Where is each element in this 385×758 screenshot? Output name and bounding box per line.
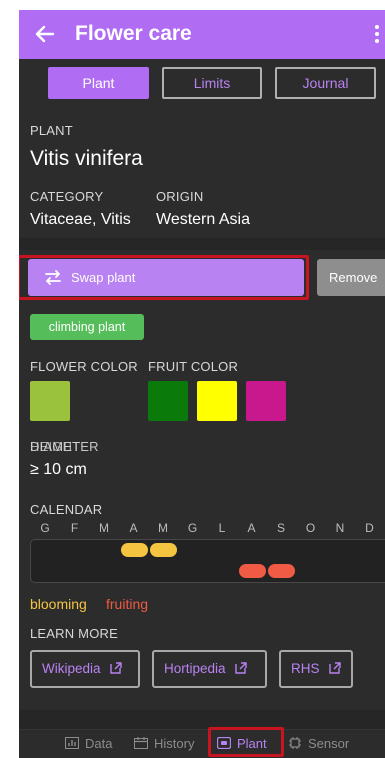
bar-chart-icon <box>65 737 79 749</box>
arrow-left-icon[interactable] <box>33 20 57 48</box>
swap-plant-button[interactable]: Swap plant <box>28 259 304 296</box>
legend-fruiting: fruiting <box>106 596 149 612</box>
external-link-icon <box>235 662 248 674</box>
nav-data-label: Data <box>85 736 113 751</box>
month-tick: G <box>40 521 50 535</box>
rhs-link[interactable]: RHS <box>279 650 353 688</box>
month-tick: M <box>99 521 109 535</box>
calendar-track <box>30 539 385 583</box>
nav-sensor[interactable]: Sensor <box>288 736 349 752</box>
legend-blooming: blooming <box>30 596 87 612</box>
calendar-label: CALENDAR <box>30 502 103 517</box>
plant-section-label: PLANT <box>30 123 73 138</box>
swap-plant-label: Swap plant <box>71 270 136 285</box>
fruiting-month-pill <box>238 564 266 578</box>
nav-history-label: History <box>154 736 195 751</box>
plant-name: Vitis vinifera <box>30 147 143 170</box>
nav-plant-label: Plant <box>237 736 267 751</box>
app-screen: Flower care Plant Limits Journal PLANT V… <box>19 10 385 758</box>
plant-type-badge: climbing plant <box>30 314 144 340</box>
app-title: Flower care <box>75 22 192 45</box>
month-tick: N <box>335 521 345 535</box>
bottom-navigation: Data History Plant Sensor <box>19 729 385 758</box>
chip-icon <box>289 737 301 749</box>
tab-bar: Plant Limits Journal <box>19 67 385 100</box>
section-divider <box>19 238 385 250</box>
category-value: Vitaceae, Vitis <box>30 211 131 228</box>
learn-more-label: LEARN MORE <box>30 626 118 641</box>
month-tick: G <box>187 521 198 535</box>
month-tick: O <box>305 521 316 535</box>
tab-plant[interactable]: Plant <box>48 67 149 99</box>
flower-color-swatch <box>30 381 70 421</box>
plant-card-icon <box>217 737 231 749</box>
blooming-month-pill <box>120 543 148 557</box>
hortipedia-link[interactable]: Hortipedia <box>152 650 267 688</box>
fruit-color-swatch <box>246 381 286 421</box>
nav-plant[interactable]: Plant <box>217 736 267 752</box>
nav-sensor-label: Sensor <box>308 736 350 751</box>
swap-horizontal-icon <box>44 259 62 309</box>
category-label: CATEGORY <box>30 189 104 204</box>
fruiting-month-pill <box>268 564 295 578</box>
origin-label: ORIGIN <box>156 189 204 204</box>
blooming-month-pill <box>150 543 177 557</box>
month-tick: L <box>218 521 226 535</box>
bottom-divider <box>19 710 385 729</box>
fruit-color-swatch <box>197 381 237 421</box>
flower-color-label: FLOWER COLOR <box>30 359 138 374</box>
remove-button[interactable]: Remove <box>317 259 385 296</box>
tab-limits[interactable]: Limits <box>162 67 262 99</box>
external-link-icon <box>110 662 122 674</box>
month-tick: S <box>276 521 285 535</box>
app-bar: Flower care <box>19 10 385 59</box>
size-value: ≥ 10 cm <box>30 461 87 478</box>
month-tick: A <box>247 521 256 535</box>
month-tick: A <box>129 521 138 535</box>
external-link-icon <box>329 662 341 674</box>
wikipedia-link-label: Wikipedia <box>42 661 101 676</box>
origin-value: Western Asia <box>156 211 250 228</box>
month-tick: M <box>158 521 168 535</box>
height-label: HEIGHT <box>30 439 81 454</box>
hortipedia-link-label: Hortipedia <box>164 661 226 676</box>
month-tick: D <box>365 521 374 535</box>
wikipedia-link[interactable]: Wikipedia <box>30 650 140 688</box>
tab-journal[interactable]: Journal <box>275 67 376 99</box>
month-tick: F <box>70 521 79 535</box>
fruit-color-label: FRUIT COLOR <box>148 359 239 374</box>
fruit-color-swatch <box>148 381 188 421</box>
calendar-icon <box>134 737 148 749</box>
rhs-link-label: RHS <box>291 661 320 676</box>
more-vertical-icon[interactable] <box>371 22 385 48</box>
nav-history[interactable]: History <box>134 736 194 752</box>
nav-data[interactable]: Data <box>65 736 112 752</box>
